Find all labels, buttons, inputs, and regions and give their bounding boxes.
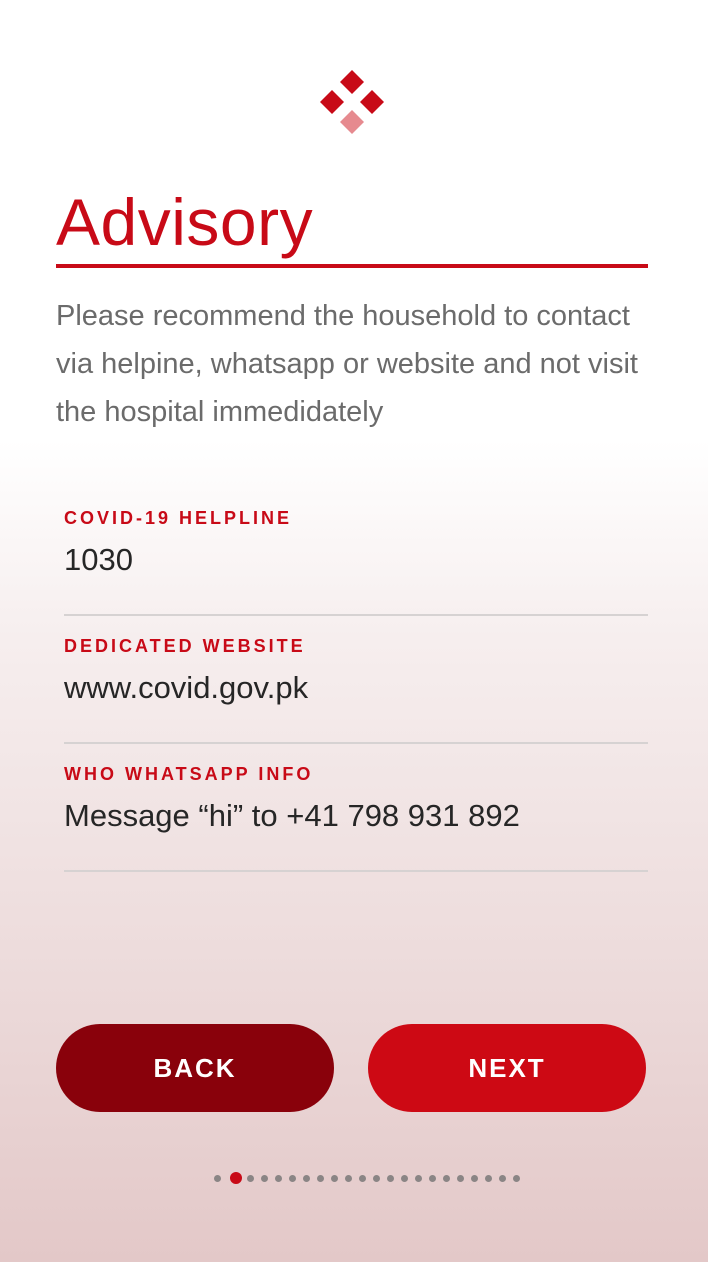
page-dot [303, 1174, 310, 1182]
page-dot [485, 1174, 492, 1182]
whatsapp-label: WHO WHATSAPP INFO [64, 764, 314, 784]
page-dot [429, 1174, 436, 1182]
page-dot [261, 1174, 268, 1182]
page-dot-active [230, 1172, 242, 1184]
page-title: Advisory [56, 185, 314, 259]
whatsapp-field: WHO WHATSAPP INFO Message “hi” to +41 79… [64, 744, 648, 872]
advisory-description: Please recommend the household to contac… [56, 300, 638, 428]
helpline-label: COVID-19 HELPLINE [64, 508, 293, 528]
page-dot [247, 1174, 254, 1182]
page-dot [359, 1174, 366, 1182]
page-dot [289, 1174, 296, 1182]
page-dot [471, 1174, 478, 1182]
next-button[interactable]: NEXT [368, 1024, 646, 1112]
page-dot [513, 1174, 520, 1182]
title-divider [56, 264, 648, 268]
page-dot [317, 1174, 324, 1182]
page-dot [401, 1174, 408, 1182]
website-value: www.covid.gov.pk [64, 670, 309, 705]
website-field: DEDICATED WEBSITE www.covid.gov.pk [64, 616, 648, 744]
helpline-value: 1030 [64, 542, 133, 577]
back-button[interactable]: BACK [56, 1024, 334, 1112]
page-dot [499, 1174, 506, 1182]
page-dot [443, 1174, 450, 1182]
page-dot [457, 1174, 464, 1182]
page-dot [214, 1174, 221, 1182]
page-dot [373, 1174, 380, 1182]
website-label: DEDICATED WEBSITE [64, 636, 306, 656]
helpline-field: COVID-19 HELPLINE 1030 [64, 488, 648, 616]
page-indicator [214, 1172, 527, 1184]
page-dot [345, 1174, 352, 1182]
page-dot [387, 1174, 394, 1182]
page-dot [331, 1174, 338, 1182]
diamond-cluster-icon [320, 70, 384, 134]
whatsapp-value: Message “hi” to +41 798 931 892 [64, 798, 520, 833]
page-dot [415, 1174, 422, 1182]
page-dot [275, 1174, 282, 1182]
